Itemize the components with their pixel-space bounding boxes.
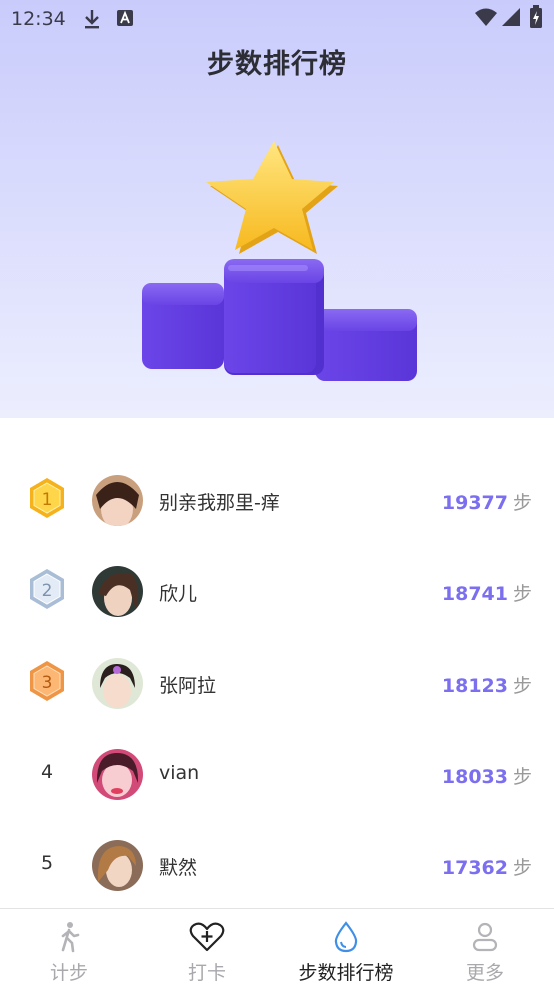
rank-number: 2 xyxy=(42,581,53,601)
nav-item-checkin[interactable]: 打卡 xyxy=(138,909,276,985)
step-unit: 步 xyxy=(512,766,532,788)
nav-label: 打卡 xyxy=(187,962,226,984)
step-value: 19377 xyxy=(441,492,508,514)
rank-badge-gold: 1 xyxy=(22,473,72,523)
rank-number: 1 xyxy=(42,490,53,510)
hero-banner: 12:34 步数排行榜 xyxy=(0,0,554,418)
step-count: 17362 步 xyxy=(442,853,532,880)
rank-badge-bronze: 3 xyxy=(22,656,72,706)
avatar[interactable] xyxy=(92,749,143,800)
person-outline-icon xyxy=(472,922,498,952)
step-count: 18741 步 xyxy=(442,579,532,606)
water-drop-icon xyxy=(334,921,358,953)
page-title: 步数排行榜 xyxy=(207,49,347,80)
nav-item-steps[interactable]: 计步 xyxy=(0,909,138,985)
wifi-icon xyxy=(475,8,497,26)
medal-hexagon-icon: 3 xyxy=(30,661,64,701)
podium-trophy-illustration xyxy=(142,141,417,381)
download-icon xyxy=(85,10,99,29)
nav-label: 步数排行榜 xyxy=(298,962,394,984)
step-value: 17362 xyxy=(441,857,508,879)
leaderboard-row[interactable]: 2 欣儿 18741 步 xyxy=(0,545,554,637)
rank-plain: 4 xyxy=(22,747,72,797)
bottom-navigation: 计步 打卡 步数排行榜 更多 xyxy=(0,908,554,985)
avatar[interactable] xyxy=(92,658,143,709)
leaderboard-row[interactable]: 3 张阿拉 18123 步 xyxy=(0,637,554,729)
leaderboard-row[interactable]: 4 vian 18033 步 xyxy=(0,728,554,820)
step-unit: 步 xyxy=(512,492,532,514)
rank-number: 3 xyxy=(42,673,53,693)
avatar[interactable] xyxy=(92,475,143,526)
rank-number: 5 xyxy=(40,852,54,874)
user-name: 默然 xyxy=(159,857,198,879)
medal-hexagon-icon: 1 xyxy=(30,478,64,518)
signal-icon xyxy=(502,8,520,26)
leaderboard-row[interactable]: 1 别亲我那里-痒 19377 步 xyxy=(0,454,554,546)
status-bar: 12:34 xyxy=(0,0,554,36)
step-value: 18741 xyxy=(441,583,508,605)
step-unit: 步 xyxy=(512,675,532,697)
rank-badge-silver: 2 xyxy=(22,564,72,614)
rank-number: 4 xyxy=(40,761,54,783)
font-a-icon xyxy=(117,10,133,26)
step-count: 19377 步 xyxy=(442,488,532,515)
avatar[interactable] xyxy=(92,566,143,617)
avatar[interactable] xyxy=(92,840,143,891)
walking-person-icon xyxy=(61,922,80,953)
user-name: vian xyxy=(159,762,200,784)
user-name: 欣儿 xyxy=(159,583,198,605)
rank-plain: 5 xyxy=(22,838,72,888)
step-value: 18123 xyxy=(441,675,508,697)
step-count: 18123 步 xyxy=(442,671,532,698)
leaderboard-list: 1 别亲我那里-痒 19377 步 2 欣儿 18741 步 3 张阿拉 181… xyxy=(0,418,554,908)
leaderboard-row[interactable]: 5 默然 17362 步 xyxy=(0,819,554,911)
step-unit: 步 xyxy=(512,857,532,879)
nav-label: 计步 xyxy=(49,962,88,984)
status-time: 12:34 xyxy=(11,8,66,30)
step-count: 18033 步 xyxy=(442,762,532,789)
medal-hexagon-icon: 2 xyxy=(30,569,64,609)
nav-label: 更多 xyxy=(465,962,504,984)
user-name: 张阿拉 xyxy=(159,675,217,697)
battery-icon xyxy=(530,5,542,28)
step-unit: 步 xyxy=(512,583,532,605)
heart-plus-icon xyxy=(189,922,225,952)
nav-item-leaderboard[interactable]: 步数排行榜 xyxy=(277,909,415,985)
step-value: 18033 xyxy=(441,766,508,788)
nav-item-more[interactable]: 更多 xyxy=(416,909,554,985)
user-name: 别亲我那里-痒 xyxy=(159,492,280,514)
